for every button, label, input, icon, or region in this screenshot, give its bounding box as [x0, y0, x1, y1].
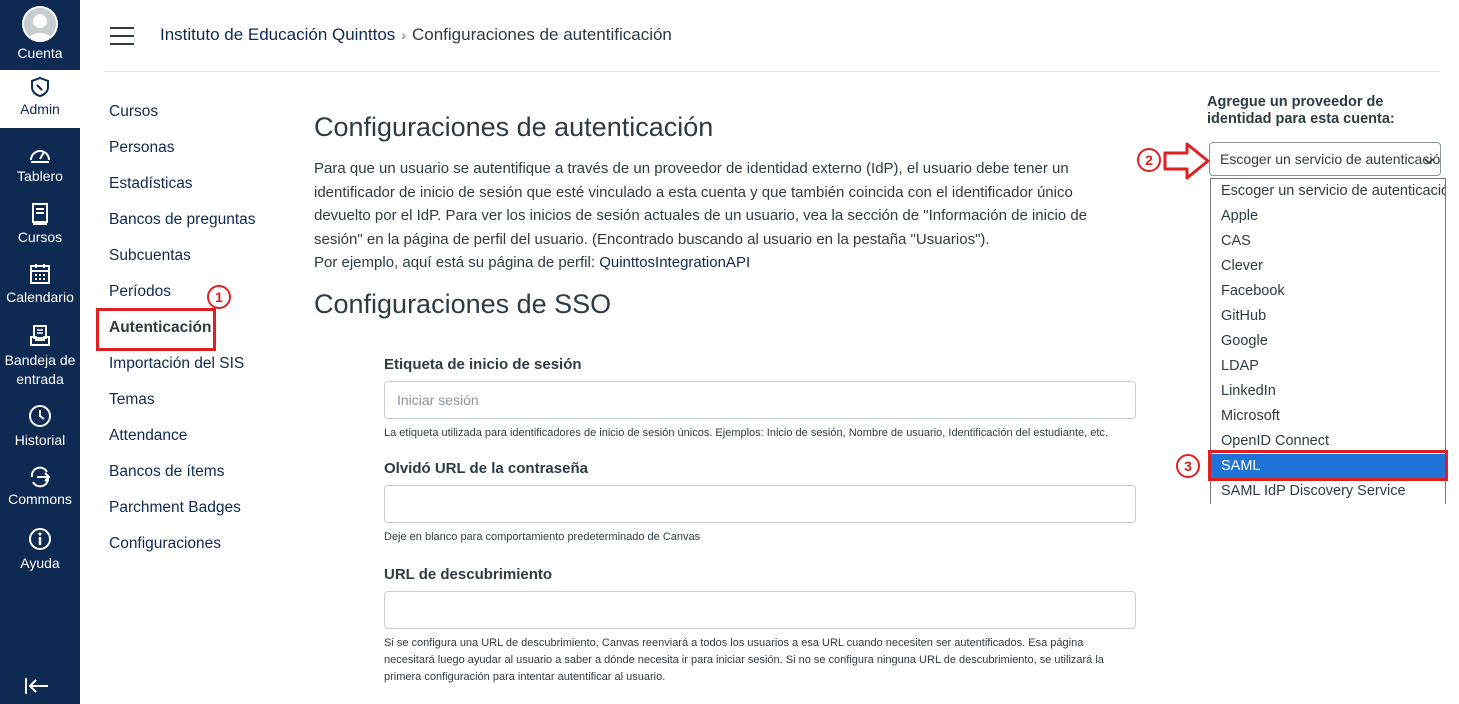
option-ldap[interactable]: LDAP — [1211, 354, 1445, 379]
option-linkedin[interactable]: LinkedIn — [1211, 379, 1445, 404]
subnav-item-themes[interactable]: Temas — [109, 389, 256, 425]
subnav-item-item-banks[interactable]: Bancos de ítems — [109, 461, 256, 497]
commons-icon — [30, 466, 51, 488]
option-apple[interactable]: Apple — [1211, 204, 1445, 229]
avatar — [22, 6, 58, 42]
option-microsoft[interactable]: Microsoft — [1211, 404, 1445, 429]
annotation-badge-3: 3 — [1176, 454, 1200, 478]
forgot-password-url-input[interactable] — [384, 485, 1136, 523]
global-nav: Cuenta Admin Tablero Cursos Calendario B… — [0, 0, 80, 704]
subnav-item-parchment-badges[interactable]: Parchment Badges — [109, 497, 256, 533]
forgot-url-group: Olvidó URL de la contraseña Deje en blan… — [384, 460, 1136, 546]
subnav-item-question-banks[interactable]: Bancos de preguntas — [109, 209, 256, 245]
discovery-url-group: URL de descubrimiento Si se configura un… — [384, 566, 1136, 686]
inbox-icon — [30, 325, 50, 346]
subnav-item-courses[interactable]: Cursos — [109, 101, 256, 137]
clock-icon — [29, 405, 51, 427]
nav-calendar[interactable]: Calendario — [0, 262, 80, 305]
nav-dashboard[interactable]: Tablero — [0, 143, 80, 184]
calendar-icon — [30, 264, 50, 284]
nav-label: Bandeja de entrada — [4, 352, 76, 387]
nav-label: Ayuda — [20, 555, 60, 571]
subnav-item-sis-import[interactable]: Importación del SIS — [109, 353, 256, 389]
page-title: Configuraciones de autenticación — [314, 112, 714, 142]
subnav-item-statistics[interactable]: Estadísticas — [109, 173, 256, 209]
nav-courses[interactable]: Cursos — [0, 202, 80, 245]
nav-account[interactable]: Cuenta — [0, 6, 80, 61]
annotation-badge-2: 2 — [1137, 148, 1161, 172]
shield-icon — [31, 76, 49, 98]
nav-history[interactable]: Historial — [0, 403, 80, 448]
login-label-help: La etiqueta utilizada para identificador… — [384, 427, 1108, 439]
option-clever[interactable]: Clever — [1211, 254, 1445, 279]
subnav-item-people[interactable]: Personas — [109, 137, 256, 173]
nav-label: Admin — [20, 101, 60, 117]
subnav-item-settings[interactable]: Configuraciones — [109, 533, 256, 569]
forgot-url-field-label: Olvidó URL de la contraseña — [384, 460, 588, 477]
sso-settings-form: Etiqueta de inicio de sesión La etiqueta… — [384, 356, 1136, 686]
annotation-arrow-icon — [1163, 142, 1210, 180]
example-prefix: Por ejemplo, aquí está su página de perf… — [314, 254, 600, 271]
forgot-url-help: Deje en blanco para comportamiento prede… — [384, 531, 701, 543]
discovery-url-help: Si se configura una URL de descubrimient… — [384, 637, 1104, 683]
subnav-item-attendance[interactable]: Attendance — [109, 425, 256, 461]
annotation-badge-1: 1 — [207, 285, 231, 309]
option-facebook[interactable]: Facebook — [1211, 279, 1445, 304]
nav-label: Commons — [8, 491, 72, 507]
chevron-right-icon: › — [401, 27, 406, 43]
breadcrumb-current: Configuraciones de autentificación — [411, 25, 672, 44]
main-content: Configuraciones de autenticación Para qu… — [314, 112, 1144, 320]
discovery-url-input[interactable] — [384, 591, 1136, 629]
info-icon — [29, 528, 51, 550]
option-github[interactable]: GitHub — [1211, 304, 1445, 329]
breadcrumb: Instituto de Educación Quinttos › Configur… — [160, 25, 672, 45]
description-text: Para que un usuario se autentifique a tr… — [314, 160, 1088, 248]
identity-provider-selected: Escoger un servicio de autenticación — [1220, 151, 1441, 167]
nav-label: Historial — [14, 432, 66, 448]
description: Para que un usuario se autentifique a tr… — [314, 157, 1104, 275]
breadcrumb-parent[interactable]: Instituto de Educación Quinttos — [160, 25, 395, 44]
option-saml-idp-discovery[interactable]: SAML IdP Discovery Service — [1211, 479, 1445, 504]
nav-inbox[interactable]: Bandeja de entrada — [0, 324, 80, 389]
nav-help[interactable]: Ayuda — [0, 526, 80, 571]
option-cas[interactable]: CAS — [1211, 229, 1445, 254]
login-label-input[interactable] — [384, 381, 1136, 419]
chevron-down-icon — [1424, 153, 1434, 169]
option-google[interactable]: Google — [1211, 329, 1445, 354]
hamburger-menu-icon[interactable] — [110, 27, 134, 51]
highlight-box-saml — [1208, 450, 1448, 481]
page-header: Instituto de Educación Quinttos › Configur… — [104, 0, 1440, 72]
nav-label: Cursos — [17, 229, 63, 245]
collapse-nav-icon[interactable] — [24, 676, 50, 701]
identity-provider-select[interactable]: Escoger un servicio de autenticación — [1209, 142, 1441, 176]
nav-label: Calendario — [6, 289, 74, 305]
identity-provider-label: Agregue un proveedor de identidad para e… — [1207, 94, 1395, 127]
discovery-url-field-label: URL de descubrimiento — [384, 566, 553, 583]
book-icon — [32, 203, 48, 225]
nav-admin[interactable]: Admin — [0, 70, 80, 128]
dashboard-icon — [30, 150, 50, 163]
nav-label: Cuenta — [17, 45, 63, 61]
nav-commons[interactable]: Commons — [0, 466, 80, 507]
highlight-box-authentication — [96, 308, 216, 351]
option-choose[interactable]: Escoger un servicio de autenticación — [1211, 179, 1445, 204]
subnav-item-subaccounts[interactable]: Subcuentas — [109, 245, 256, 281]
profile-link[interactable]: QuinttosIntegrationAPI — [599, 254, 750, 271]
sso-section-title: Configuraciones de SSO — [314, 288, 612, 319]
login-label-field-label: Etiqueta de inicio de sesión — [384, 356, 582, 373]
nav-label: Tablero — [17, 168, 63, 184]
login-label-group: Etiqueta de inicio de sesión La etiqueta… — [384, 356, 1136, 442]
